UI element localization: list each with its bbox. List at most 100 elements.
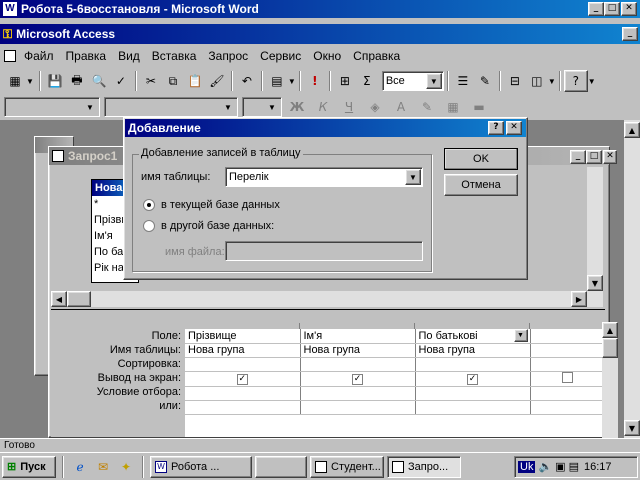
- hscroll-thumb[interactable]: [67, 291, 91, 307]
- task-word[interactable]: W Робота ...: [150, 455, 252, 478]
- copy-icon[interactable]: ⧉: [162, 70, 184, 92]
- outlook-icon[interactable]: ✉: [93, 456, 113, 478]
- build-icon[interactable]: ✎: [474, 70, 496, 92]
- grid-or-cell[interactable]: [530, 400, 605, 415]
- query-type-icon[interactable]: ▤: [266, 70, 288, 92]
- format-painter-icon[interactable]: 🖌: [206, 70, 228, 92]
- task-student[interactable]: Студент...: [310, 455, 384, 478]
- menu-help[interactable]: Справка: [353, 49, 400, 63]
- radio-other-indicator[interactable]: [143, 220, 155, 232]
- scroll-up-icon[interactable]: ▲: [602, 322, 618, 338]
- word-close-button[interactable]: ✕: [621, 2, 637, 16]
- italic-icon[interactable]: К: [312, 96, 334, 118]
- line-color-icon[interactable]: ✎: [416, 96, 438, 118]
- save-icon[interactable]: 💾: [44, 70, 66, 92]
- grid-criteria-cell[interactable]: [185, 386, 301, 401]
- start-button[interactable]: ⊞ Пуск: [2, 455, 56, 478]
- scroll-right-icon[interactable]: ▶: [571, 291, 587, 307]
- ok-button[interactable]: OK: [444, 148, 518, 170]
- query-close-button[interactable]: ✕: [603, 150, 617, 164]
- grid-or-cell[interactable]: [300, 400, 416, 415]
- show-checkbox[interactable]: ✓: [236, 374, 248, 385]
- pane-splitter[interactable]: [51, 309, 605, 313]
- vscroll-thumb[interactable]: [602, 338, 618, 358]
- new-object-icon[interactable]: ◫: [526, 70, 548, 92]
- spelling-icon[interactable]: ✓: [110, 70, 132, 92]
- query-type-dropdown-arrow[interactable]: ▼: [288, 77, 296, 86]
- show-checkbox[interactable]: ✓: [352, 374, 363, 385]
- undo-icon[interactable]: ↶: [236, 70, 258, 92]
- grid-table-cell[interactable]: [530, 343, 605, 358]
- grid-or-cell[interactable]: [185, 400, 301, 415]
- grid-table-cell[interactable]: Нова група: [415, 343, 531, 358]
- run-icon[interactable]: !: [304, 70, 326, 92]
- cancel-button[interactable]: Отмена: [444, 174, 518, 196]
- file-name-input[interactable]: [225, 241, 423, 261]
- mdi-vscroll[interactable]: ▲ ▼: [624, 120, 640, 438]
- query-minimize-button[interactable]: _: [570, 150, 586, 164]
- menu-insert[interactable]: Вставка: [152, 49, 197, 63]
- fill-color-icon[interactable]: ◈: [364, 96, 386, 118]
- chevron-down-icon[interactable]: ▼: [405, 169, 421, 185]
- show-table-icon[interactable]: ⊞: [334, 70, 356, 92]
- print-preview-icon[interactable]: 🔍: [88, 70, 110, 92]
- grid-criteria-cell[interactable]: [530, 386, 605, 401]
- scroll-left-icon[interactable]: ◀: [51, 291, 67, 307]
- dialog-help-button[interactable]: ?: [488, 121, 504, 135]
- task-blank[interactable]: [255, 455, 307, 478]
- cut-icon[interactable]: ✂: [140, 70, 162, 92]
- grid-field-cell[interactable]: По батькові ▼: [415, 329, 531, 344]
- font-size-combo[interactable]: ▼: [242, 97, 282, 117]
- font-color-icon[interactable]: A: [390, 96, 412, 118]
- grid-criteria-cell[interactable]: [300, 386, 416, 401]
- help-icon[interactable]: ?: [563, 70, 588, 92]
- ie-icon[interactable]: ℯ: [70, 456, 90, 478]
- grid-field-cell[interactable]: Ім'я: [300, 329, 416, 344]
- chevron-down-icon[interactable]: ▼: [513, 329, 528, 342]
- grid-sort-cell[interactable]: [530, 357, 605, 372]
- show-checkbox[interactable]: [562, 371, 573, 383]
- help-dropdown-arrow[interactable]: ▼: [588, 77, 596, 86]
- query-maximize-button[interactable]: □: [586, 150, 602, 164]
- totals-icon[interactable]: Σ: [356, 70, 378, 92]
- grid-criteria-cell[interactable]: [415, 386, 531, 401]
- access-minimize-button[interactable]: _: [622, 27, 638, 41]
- menu-edit[interactable]: Правка: [66, 49, 107, 63]
- menu-window[interactable]: Окно: [313, 49, 341, 63]
- radio-other-db[interactable]: в другой базе данных:: [143, 220, 274, 232]
- paste-icon[interactable]: 📋: [184, 70, 206, 92]
- grid-field-cell[interactable]: Прізвище: [185, 329, 301, 344]
- properties-icon[interactable]: ☰: [452, 70, 474, 92]
- language-indicator[interactable]: Uk: [518, 460, 536, 473]
- view-icon[interactable]: ▦: [4, 70, 26, 92]
- chevron-down-icon[interactable]: ▼: [425, 73, 442, 89]
- network-icon[interactable]: ▣: [555, 460, 565, 473]
- scroll-down-icon[interactable]: ▼: [624, 420, 640, 436]
- grid-table-cell[interactable]: Нова група: [185, 343, 301, 358]
- grid-sort-cell[interactable]: [300, 357, 416, 372]
- scroll-up-icon[interactable]: ▲: [624, 122, 640, 138]
- grid-field-cell[interactable]: [530, 329, 605, 344]
- bold-icon[interactable]: Ж: [286, 96, 308, 118]
- speaker-icon[interactable]: 🔈: [538, 460, 552, 473]
- menu-query[interactable]: Запрос: [208, 49, 248, 63]
- dialog-close-button[interactable]: ✕: [506, 121, 522, 135]
- table-name-combo[interactable]: Перелік ▼: [225, 167, 423, 187]
- word-maximize-button[interactable]: □: [604, 2, 620, 16]
- table-pane-hscroll[interactable]: ◀ ▶: [51, 291, 603, 307]
- channels-icon[interactable]: ✦: [116, 456, 136, 478]
- word-minimize-button[interactable]: _: [588, 2, 604, 16]
- print-icon[interactable]: 🖶: [66, 70, 88, 92]
- new-object-dropdown-arrow[interactable]: ▼: [548, 77, 556, 86]
- grid-vscroll[interactable]: ▲: [602, 322, 618, 438]
- underline-icon[interactable]: Ч: [338, 96, 360, 118]
- menu-file[interactable]: Файл: [24, 49, 54, 63]
- radio-current-db[interactable]: в текущей базе данных: [143, 199, 280, 211]
- database-window-icon[interactable]: ⊟: [504, 70, 526, 92]
- scheduler-icon[interactable]: ▤: [569, 460, 579, 473]
- menu-tools[interactable]: Сервис: [260, 49, 301, 63]
- task-query-active[interactable]: Запро...: [387, 455, 461, 478]
- line-width-icon[interactable]: ▬: [468, 96, 490, 118]
- scroll-down-icon[interactable]: ▼: [587, 275, 603, 291]
- grid-sort-cell[interactable]: [185, 357, 301, 372]
